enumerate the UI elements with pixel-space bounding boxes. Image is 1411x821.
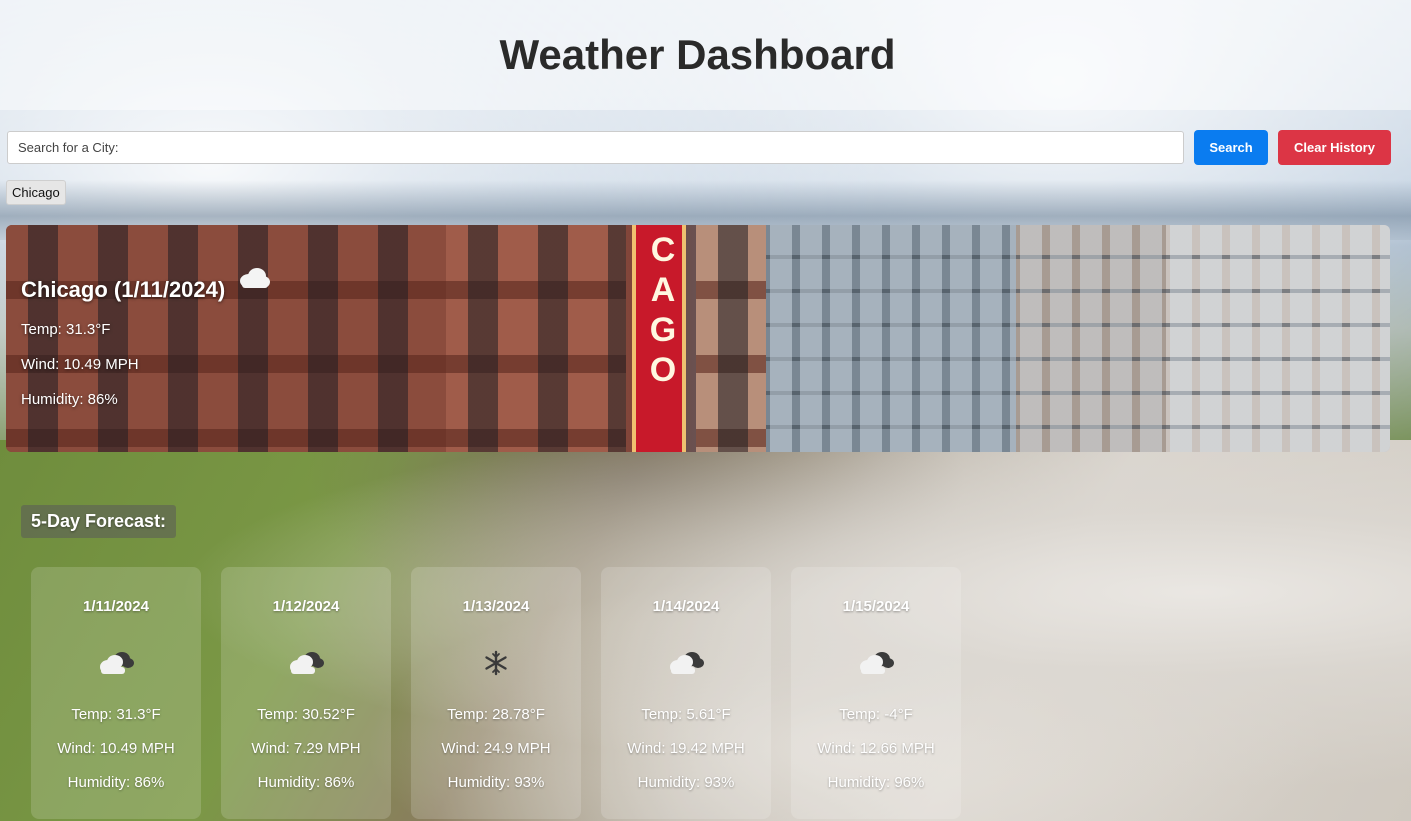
city-search-input[interactable]	[7, 131, 1184, 164]
forecast-temp: Temp: 30.52°F	[257, 706, 355, 723]
forecast-card: 1/13/2024 Temp: 28.78°F Wind: 24.9 MPH H…	[411, 567, 581, 819]
search-bar: Search Clear History	[7, 130, 1391, 165]
cloud-icon	[237, 266, 271, 296]
current-city-date: Chicago (1/11/2024)	[21, 277, 226, 302]
history-item-chicago[interactable]: Chicago	[6, 180, 66, 205]
forecast-temp: Temp: 28.78°F	[447, 706, 545, 723]
current-humidity: Humidity: 86%	[21, 391, 118, 408]
clouds-icon	[601, 649, 771, 677]
forecast-temp: Temp: 31.3°F	[71, 706, 161, 723]
forecast-card: 1/15/2024 Temp: -4°F Wind: 12.66 MPH Hum…	[791, 567, 961, 819]
search-button[interactable]: Search	[1194, 130, 1268, 165]
forecast-card: 1/11/2024 Temp: 31.3°F Wind: 10.49 MPH H…	[31, 567, 201, 819]
forecast-humidity: Humidity: 93%	[447, 774, 545, 791]
city-photo-building	[766, 225, 1016, 452]
clouds-icon	[791, 649, 961, 677]
city-photo-building	[1166, 225, 1390, 452]
forecast-wind: Wind: 12.66 MPH	[817, 740, 935, 757]
current-temp: Temp: 31.3°F	[21, 321, 111, 338]
current-weather-info: Chicago (1/11/2024) Temp: 31.3°F Wind: 1…	[21, 268, 271, 408]
forecast-humidity: Humidity: 86%	[67, 774, 165, 791]
page-header: Weather Dashboard	[0, 0, 1411, 110]
forecast-heading: 5-Day Forecast:	[21, 505, 177, 538]
city-photo-building	[446, 225, 626, 452]
forecast-date: 1/12/2024	[272, 598, 340, 615]
forecast-list: 1/11/2024 Temp: 31.3°F Wind: 10.49 MPH H…	[31, 567, 981, 819]
current-weather-title-row: Chicago (1/11/2024)	[21, 268, 271, 303]
theatre-sign-text: CAGO	[644, 231, 682, 391]
page-title: Weather Dashboard	[499, 31, 896, 78]
forecast-humidity: Humidity: 93%	[637, 774, 735, 791]
forecast-wind: Wind: 10.49 MPH	[57, 740, 175, 757]
current-weather-card: CAGO Chicago (1/11/2024) Temp: 31.3°F Wi…	[6, 225, 1390, 452]
forecast-card: 1/12/2024 Temp: 30.52°F Wind: 7.29 MPH H…	[221, 567, 391, 819]
forecast-date: 1/14/2024	[652, 598, 720, 615]
current-wind: Wind: 10.49 MPH	[21, 356, 139, 373]
city-photo-building	[696, 225, 766, 452]
forecast-date: 1/11/2024	[83, 598, 149, 615]
forecast-temp: Temp: -4°F	[839, 706, 913, 723]
forecast-card: 1/14/2024 Temp: 5.61°F Wind: 19.42 MPH H…	[601, 567, 771, 819]
forecast-date: 1/15/2024	[842, 598, 910, 615]
theatre-sign: CAGO	[632, 225, 686, 452]
clouds-icon	[31, 649, 201, 677]
forecast-wind: Wind: 7.29 MPH	[251, 740, 361, 757]
clear-history-button[interactable]: Clear History	[1278, 130, 1391, 165]
clouds-icon	[221, 649, 391, 677]
forecast-humidity: Humidity: 86%	[257, 774, 355, 791]
forecast-wind: Wind: 19.42 MPH	[627, 740, 745, 757]
forecast-temp: Temp: 5.61°F	[641, 706, 731, 723]
city-photo-building	[1016, 225, 1166, 452]
forecast-date: 1/13/2024	[462, 598, 530, 615]
forecast-humidity: Humidity: 96%	[827, 774, 925, 791]
forecast-wind: Wind: 24.9 MPH	[441, 740, 551, 757]
snow-icon	[411, 649, 581, 677]
